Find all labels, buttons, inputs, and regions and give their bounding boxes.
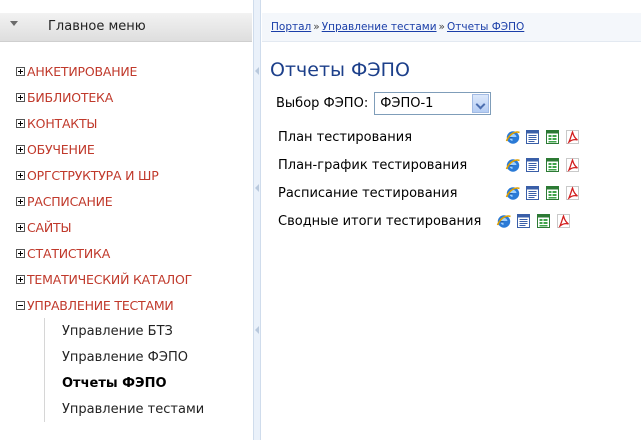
sidebar-item-label: РАСПИСАНИЕ	[27, 193, 113, 209]
ie-icon[interactable]	[505, 185, 521, 201]
report-name: План-график тестирования	[278, 158, 468, 173]
sidebar-item-label: ОРГСТРУКТУРА И ШР	[27, 167, 159, 183]
sidebar-item-label: ОБУЧЕНИЕ	[27, 141, 95, 157]
fepo-select-value: ФЭПО-1	[380, 96, 434, 111]
collapse-arrow-icon[interactable]	[255, 184, 259, 192]
word-icon[interactable]	[525, 157, 541, 173]
breadcrumb-link-portal[interactable]: Портал	[271, 21, 311, 33]
expand-plus-icon[interactable]	[16, 92, 25, 102]
submenu-item[interactable]: Управление тестами	[62, 396, 204, 422]
word-icon[interactable]	[516, 213, 532, 229]
sidebar-item[interactable]: КОНТАКТЫ	[16, 110, 97, 136]
page-title: Отчеты ФЭПО	[270, 59, 410, 81]
report-name: Расписание тестирования	[278, 186, 458, 201]
sidebar-item[interactable]: ТЕМАТИЧЕСКИЙ КАТАЛОГ	[16, 266, 192, 292]
sidebar-item[interactable]: АНКЕТИРОВАНИЕ	[16, 58, 137, 84]
main-menu-title: Главное меню	[48, 19, 146, 34]
sidebar-item[interactable]: УПРАВЛЕНИЕ ТЕСТАМИ	[16, 292, 174, 318]
expand-plus-icon[interactable]	[16, 66, 25, 76]
submenu-item[interactable]: Отчеты ФЭПО	[62, 370, 167, 396]
fepo-select-row: Выбор ФЭПО: ФЭПО-1	[276, 92, 492, 115]
word-icon[interactable]	[525, 185, 541, 201]
sidebar-item[interactable]: ОБУЧЕНИЕ	[16, 136, 95, 162]
breadcrumb-link-fepo-reports[interactable]: Отчеты ФЭПО	[447, 21, 524, 33]
pane-splitter[interactable]	[253, 0, 261, 440]
report-export-icons	[496, 213, 572, 229]
breadcrumb-separator: »	[438, 21, 445, 33]
fepo-select[interactable]: ФЭПО-1	[374, 92, 492, 115]
excel-icon[interactable]	[545, 185, 561, 201]
fepo-select-label: Выбор ФЭПО:	[276, 96, 369, 111]
expand-plus-icon[interactable]	[16, 248, 25, 258]
sidebar-item-label: САЙТЫ	[27, 219, 72, 235]
main-menu-header[interactable]: Главное меню	[0, 13, 252, 42]
excel-icon[interactable]	[545, 157, 561, 173]
sidebar-item-label: КОНТАКТЫ	[27, 115, 98, 131]
pdf-icon[interactable]	[565, 157, 581, 173]
collapse-triangle-icon[interactable]	[10, 21, 18, 26]
report-export-icons	[505, 129, 581, 145]
pdf-icon[interactable]	[565, 129, 581, 145]
submenu-item[interactable]: Управление ФЭПО	[62, 344, 188, 370]
breadcrumb: Портал» Управление тестами» Отчеты ФЭПО	[271, 21, 524, 33]
submenu-item[interactable]: Управление БТЗ	[62, 318, 173, 344]
sidebar-item-label: УПРАВЛЕНИЕ ТЕСТАМИ	[27, 297, 174, 313]
expand-plus-icon[interactable]	[16, 274, 25, 284]
sidebar-item[interactable]: РАСПИСАНИЕ	[16, 188, 113, 214]
report-export-icons	[505, 185, 581, 201]
sidebar-item-label: ТЕМАТИЧЕСКИЙ КАТАЛОГ	[27, 271, 193, 287]
expand-plus-icon[interactable]	[16, 222, 25, 232]
report-name: План тестирования	[278, 130, 413, 145]
report-export-icons	[505, 157, 581, 173]
collapse-arrow-icon[interactable]	[255, 326, 259, 334]
sidebar-item[interactable]: СТАТИСТИКА	[16, 240, 110, 266]
report-row: План тестирования	[278, 125, 608, 151]
sidebar-item-label: АНКЕТИРОВАНИЕ	[27, 63, 138, 79]
report-row: План-график тестирования	[278, 153, 608, 179]
breadcrumb-bar: Портал» Управление тестами» Отчеты ФЭПО	[262, 13, 641, 42]
collapse-minus-icon[interactable]	[16, 300, 25, 310]
report-row: Сводные итоги тестирования	[278, 209, 608, 235]
word-icon[interactable]	[525, 129, 541, 145]
tree-guide-line	[44, 318, 45, 422]
pdf-icon[interactable]	[565, 185, 581, 201]
report-row: Расписание тестирования	[278, 181, 608, 207]
ie-icon[interactable]	[505, 129, 521, 145]
collapse-arrow-icon[interactable]	[255, 67, 259, 75]
report-name: Сводные итоги тестирования	[278, 214, 482, 229]
expand-plus-icon[interactable]	[16, 118, 25, 128]
pdf-icon[interactable]	[556, 213, 572, 229]
ie-icon[interactable]	[505, 157, 521, 173]
expand-plus-icon[interactable]	[16, 196, 25, 206]
excel-icon[interactable]	[545, 129, 561, 145]
excel-icon[interactable]	[536, 213, 552, 229]
expand-plus-icon[interactable]	[16, 170, 25, 180]
sidebar: Главное меню АНКЕТИРОВАНИЕ БИБЛИОТЕКА КОНТ…	[0, 0, 252, 440]
sidebar-item-label: БИБЛИОТЕКА	[27, 89, 114, 105]
expand-plus-icon[interactable]	[16, 144, 25, 154]
sidebar-item-label: СТАТИСТИКА	[27, 245, 111, 261]
chevron-down-icon[interactable]	[472, 94, 490, 113]
breadcrumb-link-test-management[interactable]: Управление тестами	[322, 21, 437, 33]
sidebar-item[interactable]: БИБЛИОТЕКА	[16, 84, 113, 110]
breadcrumb-separator: »	[313, 21, 320, 33]
sidebar-item[interactable]: САЙТЫ	[16, 214, 71, 240]
ie-icon[interactable]	[496, 213, 512, 229]
sidebar-item[interactable]: ОРГСТРУКТУРА И ШР	[16, 162, 159, 188]
